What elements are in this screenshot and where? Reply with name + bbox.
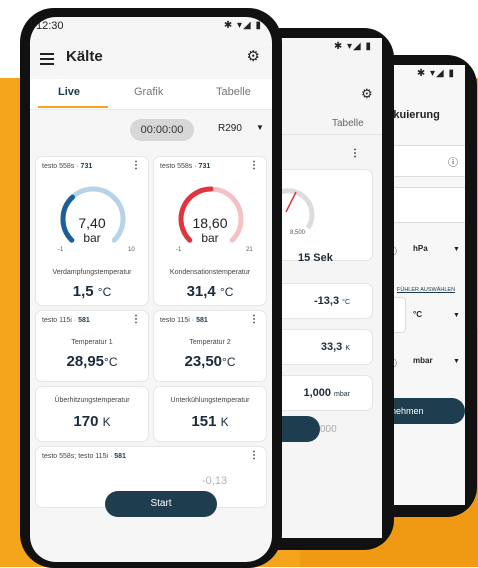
card-label: Unterkühlungstemperatur [170, 397, 250, 404]
chevron-down-icon[interactable]: ▼ [453, 246, 460, 253]
gauge-unit: bar [201, 231, 219, 245]
card-label: Temperatur 2 [189, 339, 231, 346]
card-value: 1,5 °C [72, 283, 112, 300]
active-tab-indicator [38, 106, 108, 108]
card-value: 23,50°C [184, 353, 236, 370]
phone-front-screen: 12:30 ✱ ▾◢ ▮ Kälte ⚙ Live Grafik Tabelle… [30, 17, 272, 562]
faded-value: 000 [320, 424, 337, 435]
app-bar: Kälte ⚙ [30, 43, 272, 83]
card-label: Verdampfungstemperatur [52, 269, 132, 276]
gauge-max-label: 21 [246, 247, 253, 253]
card-device: testo 115i · 581 [42, 317, 90, 324]
card-label: Kondensationstemperatur [169, 269, 251, 276]
more-icon[interactable]: ⋮ [131, 160, 141, 171]
card-device: testo 115i · 581 [160, 317, 208, 324]
info-icon[interactable]: ⓘ [448, 154, 458, 169]
tab-tabelle[interactable]: Tabelle [332, 118, 364, 129]
status-icons: ✱ ▾◢ ▮ [416, 68, 455, 79]
input-field[interactable]: ⓘ [383, 145, 465, 177]
unit-select[interactable]: hPa [413, 244, 428, 253]
more-icon[interactable]: ⋮ [249, 450, 259, 461]
gauge-value: 18,60 [192, 215, 228, 231]
gauge-value: 7,40 [78, 215, 106, 231]
value-card-temperature-2[interactable]: testo 115i · 581 ⋮ Temperatur 2 23,50°C [154, 311, 266, 381]
timer-row: 00:00:00 R290 ▼ [30, 117, 272, 143]
gear-icon[interactable]: ⚙ [361, 86, 373, 102]
card-label: Temperatur 1 [71, 339, 113, 346]
card-label: Überhitzungstemperatur [54, 397, 130, 404]
card-value: 31,4 °C [186, 283, 234, 300]
timer-display[interactable]: 00:00:00 [130, 119, 194, 141]
more-icon[interactable]: ⋮ [131, 314, 141, 325]
more-icon[interactable]: ⋮ [350, 148, 360, 159]
app-title: Kälte [66, 48, 103, 65]
value-card-superheat[interactable]: Überhitzungstemperatur 170 K [36, 387, 148, 441]
tab-live[interactable]: Live [58, 86, 80, 98]
tab-tabelle[interactable]: Tabelle [216, 86, 251, 98]
value-text: 33,3 K [320, 341, 350, 353]
card-device: testo 558s; testo 115i · 581 [42, 453, 126, 460]
status-time: 12:30 [36, 20, 64, 32]
value-text: 1,000 mbar [303, 387, 350, 399]
time-value: 15 Sek [298, 252, 333, 264]
card-device: testo 558s · 731 [42, 163, 93, 170]
card-value: 28,95°C [66, 353, 118, 370]
more-icon[interactable]: ⋮ [249, 160, 259, 171]
gauge-max-label: 8,500 [290, 230, 306, 236]
unit-select[interactable]: mbar [413, 356, 433, 365]
tab-grafik[interactable]: Grafik [134, 86, 163, 98]
gauge-card-condensation[interactable]: testo 558s · 731 ⋮ 18,60 bar -1 21 Konde… [154, 157, 266, 305]
phone-front: 12:30 ✱ ▾◢ ▮ Kälte ⚙ Live Grafik Tabelle… [20, 8, 282, 568]
value-card-temperature-1[interactable]: testo 115i · 581 ⋮ Temperatur 1 28,95°C [36, 311, 148, 381]
more-icon[interactable]: ⋮ [249, 314, 259, 325]
chevron-down-icon[interactable]: ▼ [256, 123, 264, 132]
menu-icon[interactable] [40, 53, 54, 65]
chevron-down-icon[interactable]: ▼ [453, 312, 460, 319]
card-device: testo 558s · 731 [160, 163, 211, 170]
input-field[interactable] [383, 187, 465, 223]
tab-bar: Live Grafik Tabelle [30, 79, 272, 110]
gear-icon[interactable]: ⚙ [247, 47, 260, 65]
refrigerant-select[interactable]: R290 [218, 123, 242, 134]
gauge-min-label: -1 [176, 247, 182, 253]
card-value: 151 K [191, 413, 229, 430]
start-button[interactable]: Start [105, 491, 217, 517]
gauge-card-evaporation[interactable]: testo 558s · 731 ⋮ 7,40 bar -1 10 Verdam… [36, 157, 148, 305]
status-bar: 12:30 ✱ ▾◢ ▮ [30, 17, 272, 35]
gauge-min-label: -1 [58, 247, 64, 253]
gauge-max-label: 10 [128, 247, 135, 253]
faded-value: -0,13 [202, 475, 228, 487]
value-text: -13,3 °C [314, 295, 350, 307]
gauge-unit: bar [83, 231, 101, 245]
unit-select[interactable]: °C [413, 310, 422, 319]
chevron-down-icon[interactable]: ▼ [453, 358, 460, 365]
value-card-subcooling[interactable]: Unterkühlungstemperatur 151 K [154, 387, 266, 441]
status-icons: ✱ ▾◢ ▮ [223, 20, 262, 31]
status-icons: ✱ ▾◢ ▮ [333, 41, 372, 52]
select-sensor-link[interactable]: FÜHLER AUSWÄHLEN [397, 287, 455, 293]
card-value: 170 K [73, 413, 111, 430]
